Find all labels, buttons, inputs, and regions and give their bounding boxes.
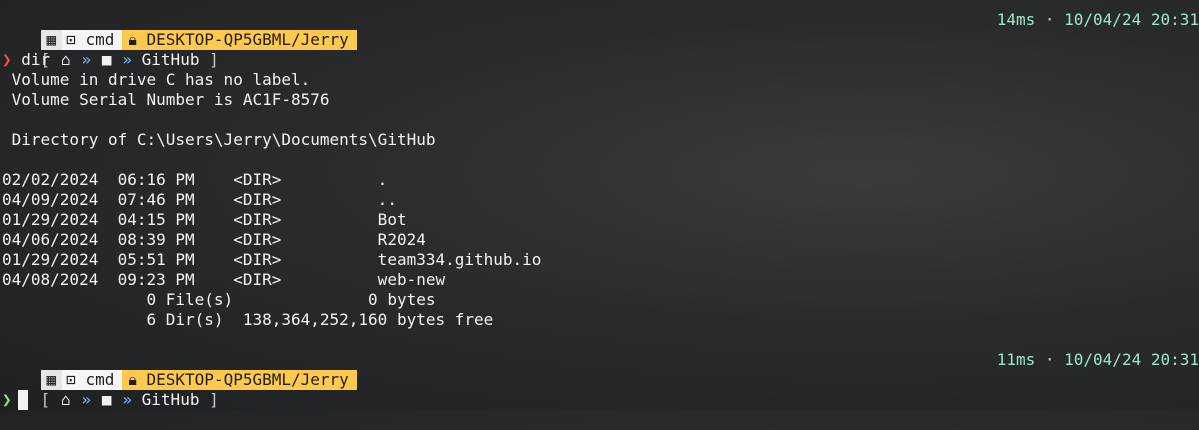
folder-icon: ■: [101, 390, 112, 409]
dir-entry-row: 02/02/2024 06:16 PM <DIR> .: [2, 170, 388, 189]
command-text: dir: [21, 50, 51, 69]
input-line[interactable]: ❯: [2, 390, 28, 410]
prompt-right-2: 11ms · 10/04/24 20:31: [996, 350, 1199, 369]
output-vol-serial: Volume Serial Number is AC1F-8576: [2, 90, 330, 109]
home-icon: ⌂: [60, 50, 71, 69]
dir-entry-row: 04/06/2024 08:39 PM <DIR> R2024: [2, 230, 426, 249]
command-line-1: ❯ dir: [2, 50, 50, 70]
breadcrumb-2: [ ⌂ » ■ » GitHub ]: [40, 390, 219, 409]
prompt-right-1: 14ms · 10/04/24 20:31: [996, 10, 1199, 29]
dir-entry-row: 01/29/2024 05:51 PM <DIR> team334.github…: [2, 250, 542, 269]
text-cursor[interactable]: [17, 390, 28, 410]
prompt-line-1: ▦ ⊡ cmd 🔒︎ DESKTOP-QP5GBML/Jerry: [2, 10, 357, 50]
chevron-icon: ❯: [2, 50, 12, 69]
output-vol-label: Volume in drive C has no label.: [2, 70, 311, 89]
chevron-icon: ❯: [2, 390, 12, 409]
output-dirs-summary: 6 Dir(s) 138,364,252,160 bytes free: [2, 310, 494, 329]
output-dir-of: Directory of C:\Users\Jerry\Documents\Gi…: [2, 130, 436, 149]
dir-entry-row: 04/09/2024 07:46 PM <DIR> ..: [2, 190, 397, 209]
prompt-line-2: ▦ ⊡ cmd 🔒︎ DESKTOP-QP5GBML/Jerry: [2, 350, 357, 390]
dir-entry-row: 04/08/2024 09:23 PM <DIR> web-new: [2, 270, 446, 289]
terminal-window[interactable]: ▦ ⊡ cmd 🔒︎ DESKTOP-QP5GBML/Jerry 14ms · 10…: [0, 0, 1199, 411]
output-files-summary: 0 File(s) 0 bytes: [2, 290, 436, 309]
home-icon: ⌂: [60, 390, 71, 409]
breadcrumb-1: [ ⌂ » ■ » GitHub ]: [40, 50, 219, 69]
folder-icon: ■: [101, 50, 112, 69]
dir-entry-row: 01/29/2024 04:15 PM <DIR> Bot: [2, 210, 407, 229]
